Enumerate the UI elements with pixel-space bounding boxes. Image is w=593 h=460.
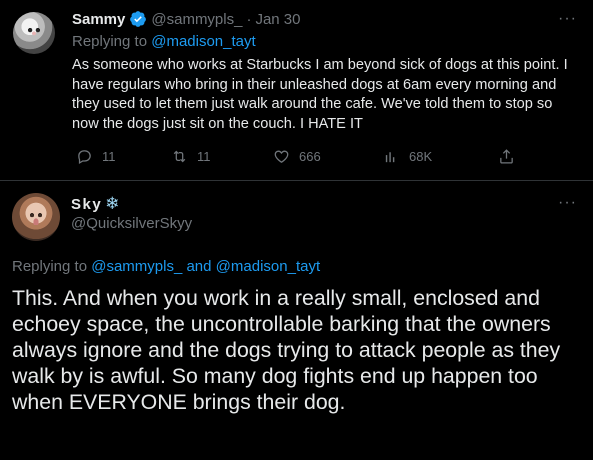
author-handle[interactable]: @QuicksilverSkyy bbox=[71, 215, 192, 232]
share-icon bbox=[500, 149, 513, 164]
tweet-actions: 11 11 666 68K bbox=[72, 148, 542, 168]
heart-icon bbox=[274, 150, 289, 163]
tweet-text: This. And when you work in a really smal… bbox=[12, 286, 561, 414]
avatar[interactable] bbox=[13, 12, 55, 54]
retweet-icon bbox=[173, 150, 186, 163]
divider bbox=[0, 180, 593, 181]
tweet-date[interactable]: Jan 30 bbox=[255, 11, 300, 28]
tweet-text: As someone who works at Starbucks I am b… bbox=[72, 57, 568, 132]
reply-count: 11 bbox=[102, 149, 116, 164]
views-button[interactable]: 68K bbox=[383, 148, 432, 165]
replying-to-label: Replying to bbox=[12, 258, 92, 275]
author-name-row[interactable]: Sky ❄ bbox=[71, 194, 119, 214]
share-button[interactable] bbox=[498, 148, 515, 165]
replying-to-link[interactable]: @madison_tayt bbox=[216, 258, 320, 275]
views-icon bbox=[385, 152, 395, 163]
replying-to: Replying to @sammypls_ and @madison_tayt bbox=[12, 258, 320, 275]
author-name[interactable]: Sammy bbox=[72, 11, 125, 28]
replying-to-link[interactable]: @sammypls_ bbox=[91, 258, 182, 275]
avatar[interactable] bbox=[12, 193, 60, 241]
reply-tweet-header: Sammy @sammypls_ · Jan 30 bbox=[72, 10, 301, 28]
verified-badge-icon bbox=[130, 11, 147, 27]
reply-button[interactable]: 11 bbox=[76, 148, 116, 165]
retweet-count: 11 bbox=[197, 149, 211, 164]
snowflake-icon: ❄ bbox=[105, 194, 120, 213]
retweet-button[interactable]: 11 bbox=[171, 148, 211, 165]
views-count: 68K bbox=[409, 149, 433, 164]
like-button[interactable]: 666 bbox=[273, 148, 321, 165]
more-icon[interactable]: ··· bbox=[558, 194, 577, 212]
replying-to-label: Replying to bbox=[72, 33, 152, 50]
replying-to-and: and bbox=[182, 258, 216, 275]
author-handle[interactable]: @sammypls_ bbox=[151, 11, 242, 28]
replying-to: Replying to @madison_tayt bbox=[72, 33, 256, 50]
separator-dot: · bbox=[246, 10, 252, 28]
author-name[interactable]: Sky bbox=[71, 196, 102, 213]
reply-icon bbox=[78, 150, 91, 165]
like-count: 666 bbox=[299, 149, 321, 164]
more-icon[interactable]: ··· bbox=[558, 10, 577, 28]
replying-to-link[interactable]: @madison_tayt bbox=[151, 33, 255, 50]
